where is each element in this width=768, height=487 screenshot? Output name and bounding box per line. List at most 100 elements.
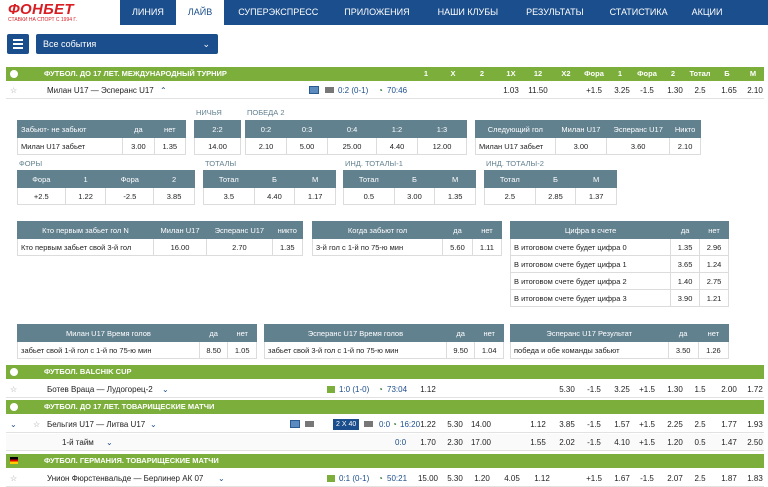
odd[interactable]: 1.40 (670, 272, 701, 290)
odd[interactable]: 2.5 (685, 82, 715, 99)
odd[interactable]: 2.25 (663, 416, 687, 433)
match-row[interactable]: ☆ Милан U17 — Эсперанс U17 ⌃ 0:2 (0-1) ◔… (6, 82, 764, 99)
odd[interactable]: 1.03 (501, 82, 521, 99)
odd[interactable]: 8.50 (198, 341, 229, 359)
odd[interactable]: 4.05 (500, 470, 524, 487)
odd[interactable]: 9.50 (445, 341, 476, 359)
chevron-down-icon[interactable]: ⌄ (10, 416, 17, 433)
odd[interactable]: 1.67 (610, 470, 634, 487)
odd[interactable]: 1.26 (697, 341, 730, 359)
odd[interactable]: +2.5 (17, 187, 66, 205)
section-header[interactable]: ФУТБОЛ. ГЕРМАНИЯ. ТОВАРИЩЕСКИЕ МАТЧИ (6, 454, 764, 468)
odd[interactable]: 2.02 (555, 434, 579, 451)
odd[interactable]: 1.22 (64, 187, 107, 205)
odd[interactable]: 1.65 (717, 82, 741, 99)
match-row[interactable]: ☆ Унион Фюрстенвальде — Берлинер АК 07 ⌄… (6, 470, 764, 487)
odd[interactable]: -1.5 (579, 381, 609, 398)
odd[interactable]: 1.12 (416, 381, 440, 398)
odd[interactable]: -1.5 (579, 434, 609, 451)
odd[interactable]: 3.25 (610, 381, 634, 398)
odd[interactable]: 1.22 (416, 416, 440, 433)
star-icon[interactable]: ☆ (10, 470, 17, 487)
stats-icon[interactable] (290, 420, 300, 428)
odd[interactable]: 1.12 (530, 470, 554, 487)
odd[interactable]: +1.5 (632, 416, 662, 433)
odd[interactable]: 1.17 (294, 187, 336, 205)
chevron-down-icon[interactable]: ⌄ (218, 470, 225, 487)
odd[interactable]: 1.35 (271, 238, 304, 256)
odd[interactable]: 1.12 (526, 416, 550, 433)
chevron-down-icon[interactable]: ⌄ (162, 381, 169, 398)
nav-live[interactable]: ЛАЙВ (175, 0, 225, 25)
odd[interactable]: 3.50 (667, 341, 699, 359)
star-icon[interactable]: ☆ (10, 82, 17, 99)
match-row[interactable]: ☆ Ботев Враца — Лудогорец-2 ⌄ 1:0 (1-0) … (6, 381, 764, 398)
star-icon[interactable]: ☆ (10, 381, 17, 398)
odd[interactable]: 2.96 (699, 238, 729, 256)
odd[interactable]: 3.00 (393, 187, 436, 205)
field-icon[interactable] (327, 386, 335, 393)
odd[interactable]: 2.5 (685, 470, 715, 487)
odd[interactable]: 1.55 (526, 434, 550, 451)
odd[interactable]: +1.5 (632, 434, 662, 451)
odd[interactable]: 14.00 (194, 137, 241, 155)
nav-clubs[interactable]: НАШИ КЛУБЫ (424, 0, 512, 25)
odd[interactable]: 3.90 (670, 289, 701, 307)
match-name[interactable]: Милан U17 — Эсперанс U17 (47, 82, 154, 99)
odd[interactable]: 0.5 (343, 187, 395, 205)
odd[interactable]: 5.00 (286, 137, 329, 155)
logo[interactable]: ФОНБЕТ СТАВКИ НА СПОРТ С 1994 Г. (0, 0, 120, 25)
odd[interactable]: 2.10 (244, 137, 288, 155)
odd[interactable]: 3.00 (122, 137, 155, 155)
odd[interactable]: 1.35 (434, 187, 476, 205)
tv-icon[interactable] (364, 421, 373, 427)
odd[interactable]: 1.04 (474, 341, 504, 359)
menu-button[interactable] (7, 34, 29, 54)
odd[interactable]: 1.93 (743, 416, 767, 433)
odd[interactable]: 1.30 (663, 381, 687, 398)
stats-icon[interactable] (309, 86, 319, 94)
odd[interactable]: 25.00 (327, 137, 377, 155)
odd[interactable]: 0.5 (685, 434, 715, 451)
nav-superexpress[interactable]: СУПЕРЭКСПРЕСС (224, 0, 330, 25)
odd[interactable]: 1.77 (717, 416, 741, 433)
odd[interactable]: 1.24 (699, 255, 729, 273)
odd[interactable]: 2.10 (743, 82, 767, 99)
section-header[interactable]: ФУТБОЛ. ДО 17 ЛЕТ. ТОВАРИЩЕСКИЕ МАТЧИ (6, 400, 764, 414)
section-header[interactable]: ФУТБОЛ. BALCHIK CUP (6, 365, 764, 379)
odd[interactable]: 4.40 (253, 187, 296, 205)
odd[interactable]: -1.5 (579, 416, 609, 433)
odd[interactable]: -2.5 (105, 187, 155, 205)
odd[interactable]: 4.10 (610, 434, 634, 451)
match-row[interactable]: ⌄ ☆ Бельгия U17 — Литва U17 ⌄ 2 X 40 0:0… (6, 416, 764, 433)
section-header[interactable]: ФУТБОЛ. ДО 17 ЛЕТ. МЕЖДУНАРОДНЫЙ ТУРНИР … (6, 67, 764, 81)
odd[interactable]: 2.10 (669, 137, 701, 155)
odd[interactable]: +1.5 (632, 381, 662, 398)
odd[interactable]: 2.70 (206, 238, 273, 256)
odd[interactable]: 1.20 (470, 470, 494, 487)
odd[interactable]: 15.00 (414, 470, 442, 487)
odd[interactable]: 12.00 (417, 137, 467, 155)
odd[interactable]: 11.50 (526, 82, 550, 99)
odd[interactable]: 2.50 (743, 434, 767, 451)
odd[interactable]: +1.5 (579, 82, 609, 99)
odd[interactable]: 1.20 (663, 434, 687, 451)
odd[interactable]: 3.65 (670, 255, 701, 273)
events-filter-select[interactable]: Все события ⌄ (36, 34, 218, 54)
chevron-down-icon[interactable]: ⌄ (150, 416, 157, 433)
odd[interactable]: 2.5 (484, 187, 536, 205)
odd[interactable]: 2.75 (699, 272, 729, 290)
odd[interactable]: -1.5 (632, 470, 662, 487)
nav-statistics[interactable]: СТАТИСТИКА (598, 0, 680, 25)
field-icon[interactable] (327, 475, 335, 482)
chevron-down-icon[interactable]: ⌄ (106, 434, 113, 451)
odd[interactable]: 1.72 (743, 381, 767, 398)
odd[interactable]: 1.35 (670, 238, 701, 256)
odd[interactable]: 1.30 (663, 82, 687, 99)
odd[interactable]: 14.00 (468, 416, 494, 433)
odd[interactable]: 5.30 (443, 470, 467, 487)
tv-icon[interactable] (305, 421, 314, 427)
nav-apps[interactable]: ПРИЛОЖЕНИЯ (330, 0, 423, 25)
odd[interactable]: 2.5 (685, 416, 715, 433)
odd[interactable]: 1.37 (575, 187, 617, 205)
